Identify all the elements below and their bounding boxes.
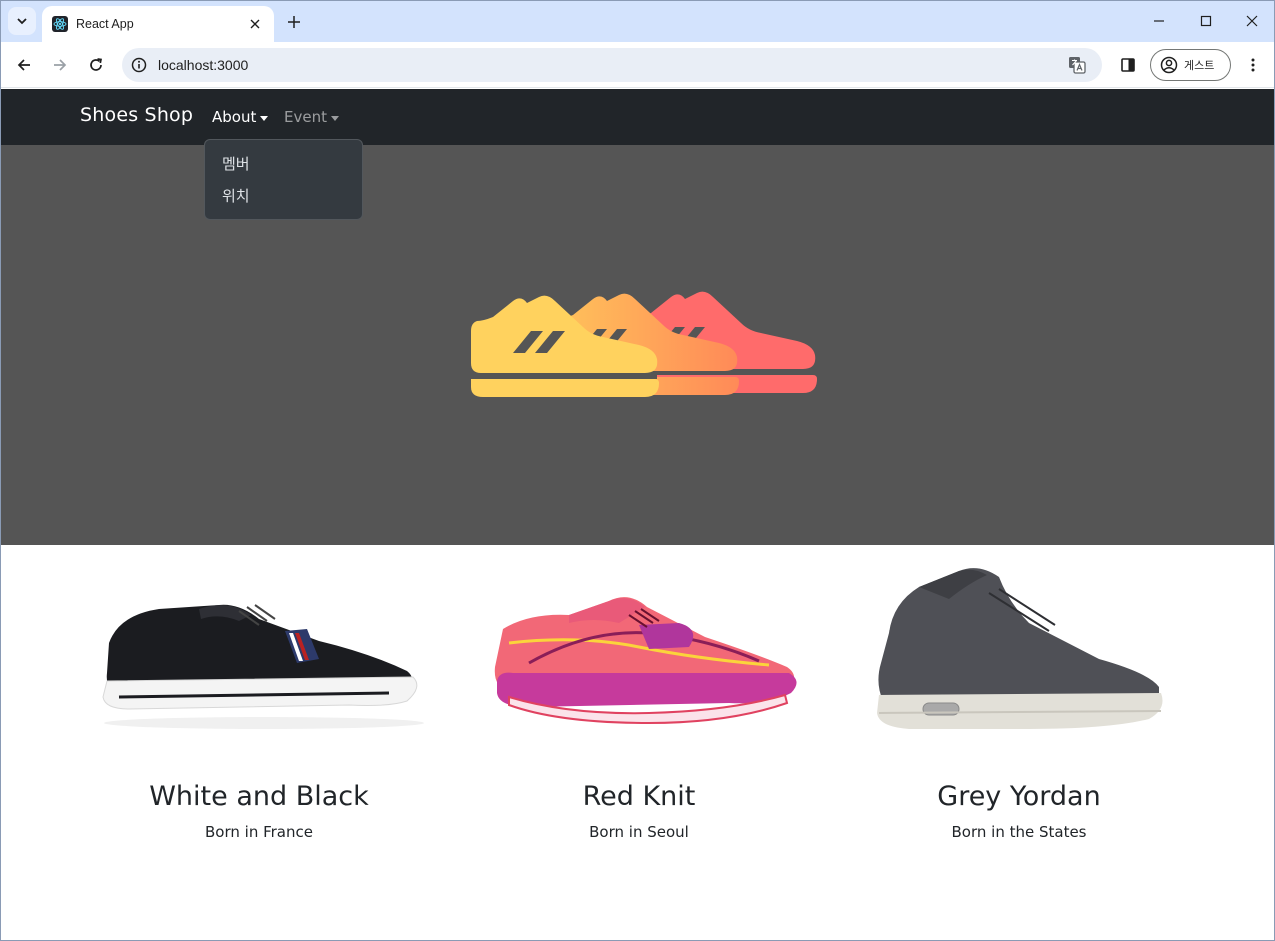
dropdown-item-location[interactable]: 위치	[205, 180, 362, 212]
hero-banner	[1, 145, 1274, 545]
grey-high-top-image	[877, 568, 1163, 729]
black-sneaker-image	[102, 604, 424, 729]
more-vertical-icon	[1251, 58, 1255, 72]
product-subtitle: Born in Seoul	[589, 823, 689, 841]
caret-down-icon	[330, 115, 339, 121]
product-subtitle: Born in France	[205, 823, 313, 841]
url-text[interactable]: localhost:3000	[158, 57, 1062, 73]
maximize-button[interactable]	[1191, 7, 1221, 35]
product-card[interactable]: Red Knit Born in Seoul	[449, 545, 829, 940]
side-panel-icon	[1121, 58, 1135, 72]
product-subtitle: Born in the States	[951, 823, 1087, 841]
page-content: Shoes Shop About Event 멤버 위치 White and B…	[1, 89, 1274, 940]
profile-button[interactable]: 게스트	[1150, 49, 1231, 81]
side-panel-button[interactable]	[1114, 51, 1142, 79]
browser-menu-button[interactable]	[1239, 51, 1267, 79]
nav-event-label: Event	[284, 108, 327, 126]
nav-event-dropdown[interactable]: Event	[284, 108, 339, 126]
arrow-left-icon	[17, 59, 30, 71]
address-bar[interactable]: localhost:3000	[122, 48, 1102, 82]
window-close-button[interactable]	[1237, 7, 1267, 35]
caret-down-icon	[260, 115, 269, 121]
plus-icon	[288, 16, 300, 28]
translate-icon[interactable]	[1062, 50, 1092, 80]
product-title: Grey Yordan	[937, 781, 1101, 812]
brand-link[interactable]: Shoes Shop	[80, 104, 193, 126]
nav-about-label: About	[212, 108, 257, 126]
product-card[interactable]: Grey Yordan Born in the States	[829, 545, 1209, 940]
product-title: Red Knit	[582, 781, 696, 812]
new-tab-button[interactable]	[282, 10, 306, 34]
tab-search-button[interactable]	[8, 7, 36, 35]
tab-strip: React App	[1, 1, 1274, 42]
browser-window: React App localhost:3000 게스트 Shoes Shop …	[0, 0, 1275, 941]
maximize-icon	[1200, 15, 1212, 27]
reload-button[interactable]	[82, 51, 110, 79]
profile-label: 게스트	[1184, 59, 1215, 72]
browser-toolbar: localhost:3000 게스트	[1, 42, 1274, 88]
react-logo-icon	[52, 16, 68, 32]
arrow-right-icon	[54, 59, 67, 71]
tab-close-button[interactable]	[246, 15, 264, 33]
close-icon	[250, 19, 260, 29]
about-dropdown-menu: 멤버 위치	[204, 139, 363, 220]
site-navbar: Shoes Shop About Event 멤버 위치	[1, 89, 1274, 220]
minimize-icon	[1154, 20, 1164, 22]
pink-running-shoe-image	[494, 597, 797, 725]
close-icon	[1246, 15, 1258, 27]
chevron-down-icon	[17, 18, 27, 25]
browser-tab[interactable]: React App	[42, 6, 274, 42]
product-title: White and Black	[149, 781, 369, 812]
tab-title: React App	[76, 17, 134, 31]
shoes-logo-icon	[471, 291, 817, 397]
product-card[interactable]: White and Black Born in France	[69, 545, 449, 940]
dropdown-item-member[interactable]: 멤버	[205, 148, 362, 180]
nav-about-dropdown[interactable]: About	[212, 108, 269, 126]
account-circle-icon	[1160, 56, 1178, 74]
site-info-icon[interactable]	[122, 48, 156, 82]
reload-icon	[90, 58, 103, 71]
back-button[interactable]	[10, 51, 38, 79]
minimize-button[interactable]	[1144, 7, 1174, 35]
product-list: White and Black Born in France Red Knit …	[1, 545, 1274, 940]
forward-button[interactable]	[46, 51, 74, 79]
